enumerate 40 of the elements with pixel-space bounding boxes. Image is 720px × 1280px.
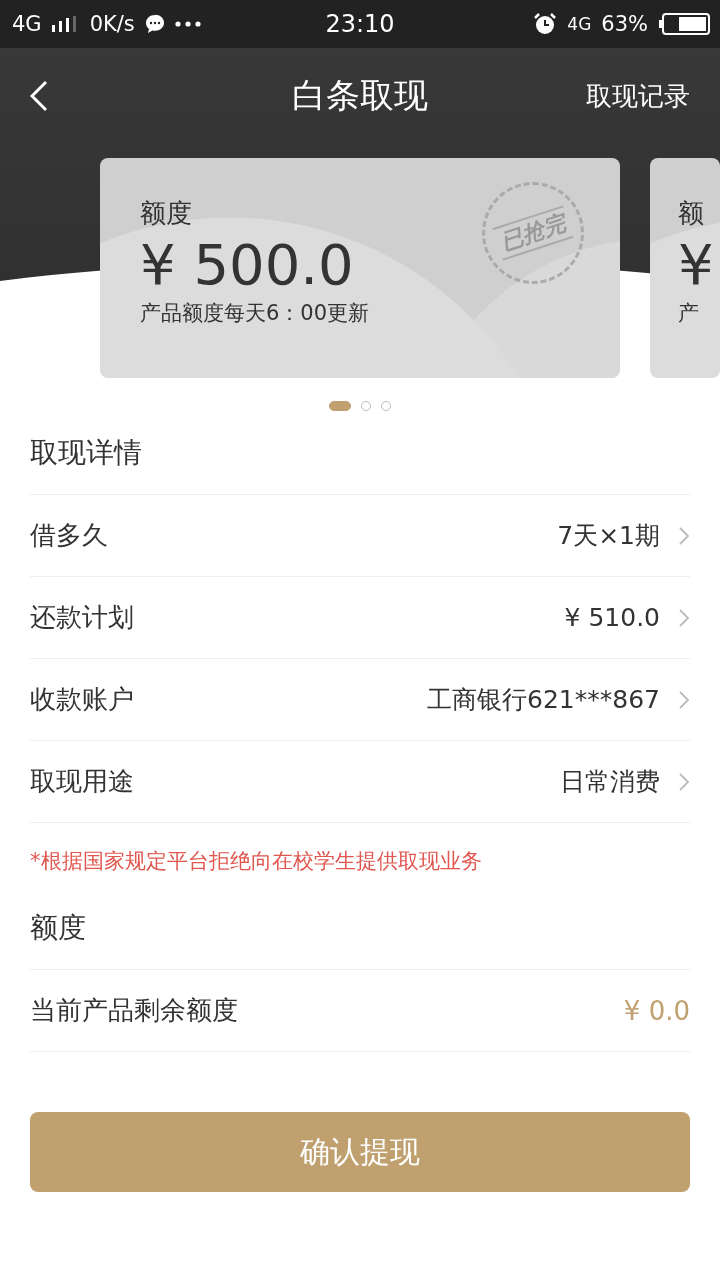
remaining-quota-value: ¥ 0.0: [623, 995, 690, 1026]
row-value: 工商银行621***867: [427, 684, 660, 716]
chevron-icon: [678, 689, 690, 710]
section-title: 取现详情: [30, 412, 690, 495]
row-value: 7天×1期: [557, 520, 660, 552]
battery-percent: 63%: [601, 12, 648, 36]
page-title: 白条取现: [292, 74, 428, 117]
network-speed: 0K/s: [89, 12, 135, 36]
clock-time: 23:10: [325, 10, 395, 38]
detail-row[interactable]: 还款计划 ¥ 510.0: [30, 577, 690, 659]
more-icon: [174, 21, 201, 27]
card-amount: ¥ 500.0: [140, 233, 354, 298]
notice-text: *根据国家规定平台拒绝向在校学生提供取现业务: [30, 848, 483, 875]
alarm-clock-icon: [533, 12, 558, 36]
battery-icon: [658, 13, 710, 35]
network-type: 4G: [12, 12, 42, 36]
data-network-type: 4G: [567, 14, 592, 34]
card-label: 额: [678, 197, 704, 230]
row-label: 借多久: [30, 519, 109, 552]
chevron-icon: [678, 525, 690, 546]
card-label: 额度: [140, 197, 192, 230]
card-note: 产: [678, 300, 699, 328]
detail-row[interactable]: 取现用途 日常消费: [30, 741, 690, 823]
row-label: 取现用途: [30, 765, 135, 798]
row-label: 当前产品剩余额度: [30, 994, 239, 1027]
back-icon[interactable]: [30, 80, 48, 112]
quota-card[interactable]: 额 ¥ 产: [650, 158, 720, 378]
detail-row[interactable]: 收款账户 工商银行621***867: [30, 659, 690, 741]
row-label: 收款账户: [30, 683, 135, 716]
chevron-icon: [678, 607, 690, 628]
card-note: 产品额度每天6：00更新: [140, 300, 370, 328]
row-label: 还款计划: [30, 601, 135, 634]
row-value: ¥ 510.0: [564, 603, 660, 632]
withdraw-history-link[interactable]: 取现记录: [586, 78, 690, 114]
detail-row[interactable]: 借多久 7天×1期: [30, 495, 690, 577]
card-amount: ¥: [678, 233, 714, 298]
chat-bubble-icon: [144, 14, 165, 34]
row-value: 日常消费: [560, 766, 660, 798]
section-title: 额度: [30, 887, 690, 970]
chevron-icon: [678, 771, 690, 792]
